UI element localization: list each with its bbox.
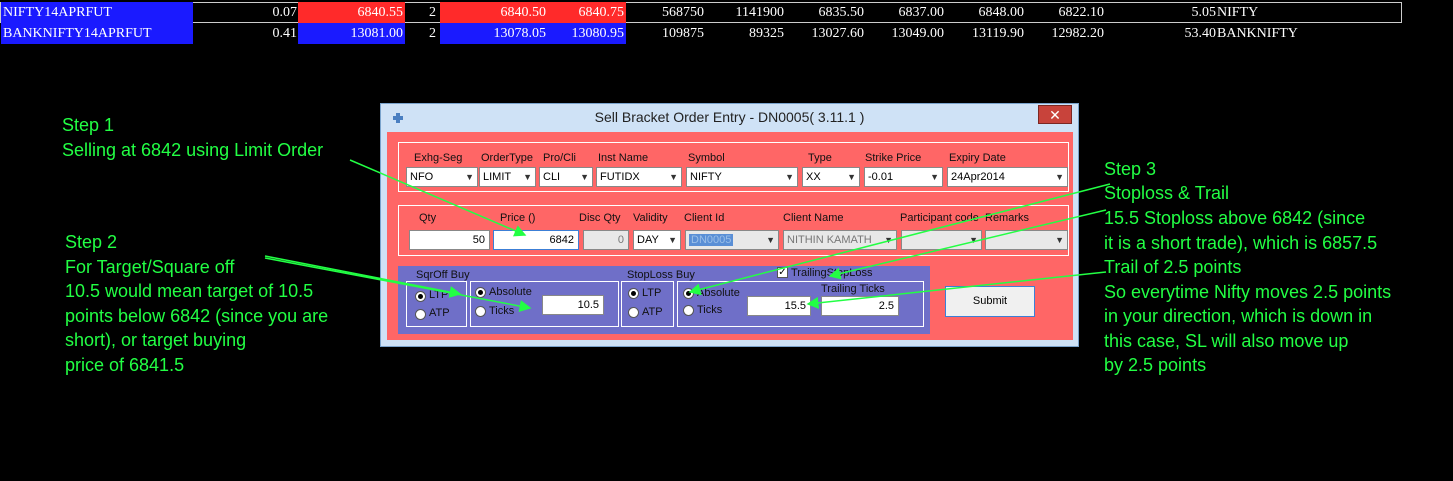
step2-arrow-value: [264, 257, 532, 312]
step3-arrow-absolute: [688, 183, 1111, 296]
step1-arrow: [349, 159, 527, 237]
step2-arrow-absolute: [264, 255, 462, 298]
step3-arrow-value: [806, 271, 1107, 309]
annotation-arrows: [264, 159, 1111, 312]
